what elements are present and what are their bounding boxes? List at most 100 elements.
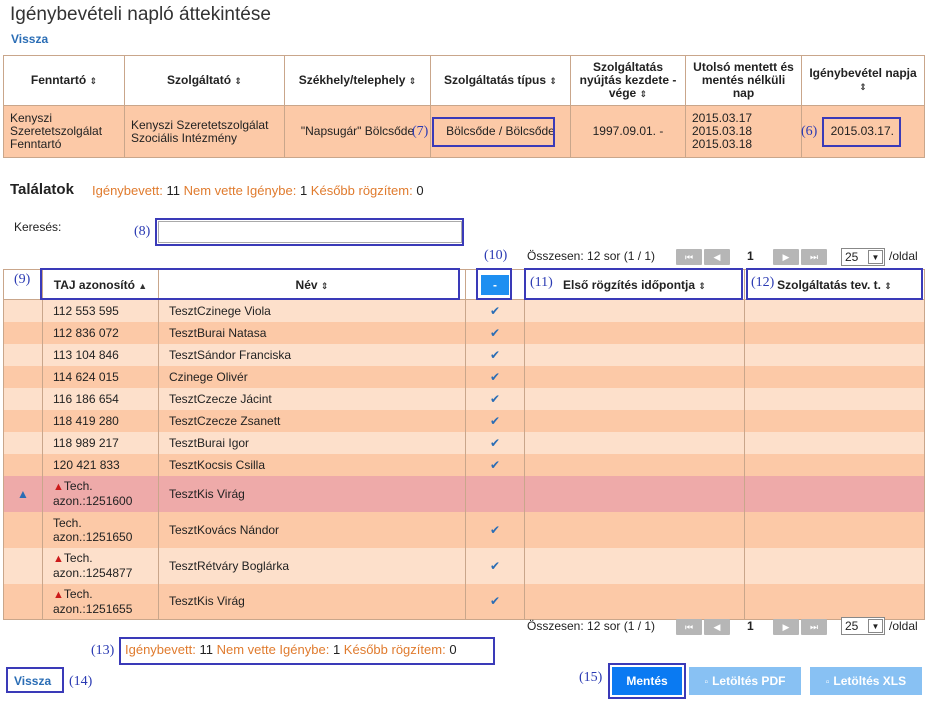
search-label: Keresés: — [14, 220, 62, 234]
table-row: 116 186 654 TesztCzecze Jácint ✔ — [3, 387, 925, 410]
download-pdf-button[interactable]: ▫ Letöltés PDF — [689, 667, 801, 695]
download-xls-button[interactable]: ▫ Letöltés XLS — [810, 667, 922, 695]
table-row: 118 989 217 TesztBurai Igor ✔ — [3, 431, 925, 454]
chevron-down-icon: ▼ — [868, 250, 883, 264]
cell-utolso: 2015.03.17 2015.03.18 2015.03.18 — [685, 105, 802, 158]
taj-cell: 112 836 072 — [42, 321, 159, 344]
results-table: TAJ azonosító ▲ Név ⇕ - Első rögzítés id… — [3, 269, 925, 620]
name-cell: TesztCzecze Zsanett — [158, 409, 466, 432]
highlight-box-14 — [6, 667, 64, 693]
first-page-button-top[interactable]: ⏮ — [676, 249, 702, 265]
annotation-15: (15) — [579, 670, 603, 685]
annotation-13: (13) — [91, 643, 115, 658]
chevron-down-icon: ▼ — [868, 619, 883, 633]
name-cell: TesztKis Virág — [158, 583, 466, 620]
next-page-button-top[interactable]: ▶ — [773, 249, 799, 265]
table-row: 114 624 015 Czinege Olivér ✔ — [3, 365, 925, 388]
table-row: 120 421 833 TesztKocsis Csilla ✔ — [3, 453, 925, 476]
taj-cell: Tech. azon.:1251650 — [42, 511, 159, 548]
annotation-14: (14) — [69, 674, 93, 689]
prev-page-button-bottom[interactable]: ◀ — [704, 619, 730, 635]
highlight-box-9 — [40, 268, 460, 300]
col-header-fenntarto[interactable]: Fenntartó ⇕ — [3, 55, 125, 106]
col-header-szekhely[interactable]: Székhely/telephely ⇕ — [284, 55, 431, 106]
pager-summary-top: Összesen: 12 sor (1 / 1) — [527, 249, 656, 263]
warning-icon: ▲ — [53, 553, 64, 565]
table-row: Tech. azon.:1251650 TesztKovács Nándor ✔ — [3, 511, 925, 548]
taj-cell: 116 186 654 — [42, 387, 159, 410]
check-icon[interactable]: ✔ — [490, 594, 500, 608]
prev-page-button-top[interactable]: ◀ — [704, 249, 730, 265]
warning-icon: ▲ — [53, 481, 64, 493]
count-igenybevett: 11 — [166, 183, 180, 198]
next-page-button-bottom[interactable]: ▶ — [773, 619, 799, 635]
check-icon[interactable]: ✔ — [490, 436, 500, 450]
col-header-tipus[interactable]: Szolgáltatás típus ⇕ — [430, 55, 571, 106]
col-header-utolso[interactable]: Utolsó mentett és mentés nélküli nap — [685, 55, 802, 106]
current-page-bottom: 1 — [747, 619, 754, 633]
taj-cell: 113 104 846 — [42, 343, 159, 366]
last-page-button-bottom[interactable]: ⏭ — [801, 619, 827, 635]
taj-cell: 114 624 015 — [42, 365, 159, 388]
page-title: Igénybevételi napló áttekintése — [10, 4, 271, 25]
annotation-10: (10) — [484, 248, 508, 263]
check-icon[interactable]: ✔ — [490, 414, 500, 428]
table-row: ▲Tech. azon.:1254877 TesztRétváry Boglárk… — [3, 547, 925, 584]
back-link-top[interactable]: Vissza — [11, 32, 48, 46]
sort-icon: ⇕ — [234, 75, 242, 86]
highlight-box-13 — [119, 637, 495, 665]
check-icon[interactable]: ✔ — [490, 304, 500, 318]
results-title: Találatok — [10, 181, 74, 198]
first-page-button-bottom[interactable]: ⏮ — [676, 619, 702, 635]
document-icon: ▫ — [825, 677, 830, 688]
check-icon[interactable]: ✔ — [490, 392, 500, 406]
count-nem-vette: 1 — [299, 183, 308, 198]
name-cell: TesztKis Virág — [158, 475, 466, 512]
taj-cell: ▲Tech. azon.:1254877 — [42, 547, 159, 584]
check-icon[interactable]: ✔ — [490, 559, 500, 573]
check-icon[interactable]: ✔ — [490, 458, 500, 472]
col-header-szolgaltato[interactable]: Szolgáltató ⇕ — [124, 55, 285, 106]
sort-icon: ⇕ — [408, 75, 417, 86]
check-icon[interactable]: ✔ — [490, 326, 500, 340]
sort-icon: ⇕ — [859, 82, 867, 92]
sort-icon: ⇕ — [639, 88, 648, 99]
count-label-kesobb: Később rögzítem: — [310, 183, 413, 198]
warning-icon: ▲ — [53, 588, 64, 601]
name-cell: TesztKovács Nándor — [158, 511, 466, 548]
name-cell: TesztRétváry Boglárka — [158, 547, 466, 584]
col-header-kezdete[interactable]: Szolgáltatás nyújtás kezdete - vége ⇕ — [570, 55, 686, 106]
name-cell: TesztCzinege Viola — [158, 299, 466, 322]
sort-icon: ⇕ — [89, 75, 98, 86]
per-page-select-bottom[interactable]: 25 ▼ — [841, 617, 885, 635]
table-row: ▲Tech. azon.:1251655 TesztKis Virág ✔ — [3, 583, 925, 620]
col-header-napja[interactable]: Igénybevétel napja ⇕ — [801, 55, 925, 106]
annotation-8: (8) — [134, 224, 151, 239]
document-icon: ▫ — [704, 677, 709, 688]
annotation-11: (11) — [530, 275, 553, 290]
per-page-suffix-bottom: /oldal — [889, 619, 918, 633]
highlight-box-8 — [155, 218, 464, 246]
info-icon[interactable]: ▲ — [17, 487, 29, 501]
check-icon[interactable]: ✔ — [490, 370, 500, 384]
per-page-suffix-top: /oldal — [889, 249, 918, 263]
count-label-nem-vette: Nem vette Igénybe: — [183, 183, 297, 198]
per-page-select-top[interactable]: 25 ▼ — [841, 248, 885, 266]
pager-summary-bottom: Összesen: 12 sor (1 / 1) — [527, 619, 656, 633]
highlight-box-10 — [476, 268, 512, 300]
name-cell: TesztCzecze Jácint — [158, 387, 466, 410]
table-row: 118 419 280 TesztCzecze Zsanett ✔ — [3, 409, 925, 432]
check-icon[interactable]: ✔ — [490, 348, 500, 362]
annotation-12: (12) — [751, 275, 775, 290]
check-icon[interactable]: ✔ — [490, 523, 500, 537]
table-row: 113 104 846 TesztSándor Franciska ✔ — [3, 343, 925, 366]
name-cell: TesztBurai Igor — [158, 431, 466, 454]
table-row: ▲ ▲Tech. azon.:1251600 TesztKis Virág — [3, 475, 925, 512]
current-page-top: 1 — [747, 249, 754, 263]
utolso-date-3: 2015.03.18 — [692, 137, 753, 151]
last-page-button-top[interactable]: ⏭ — [801, 249, 827, 265]
cell-szolgaltato: Kenyszi Szeretetszolgálat Szociális Inté… — [124, 105, 285, 158]
highlight-box-6 — [822, 117, 901, 147]
taj-cell: 112 553 595 — [42, 299, 159, 322]
taj-cell: ▲Tech. azon.:1251600 — [42, 475, 159, 512]
